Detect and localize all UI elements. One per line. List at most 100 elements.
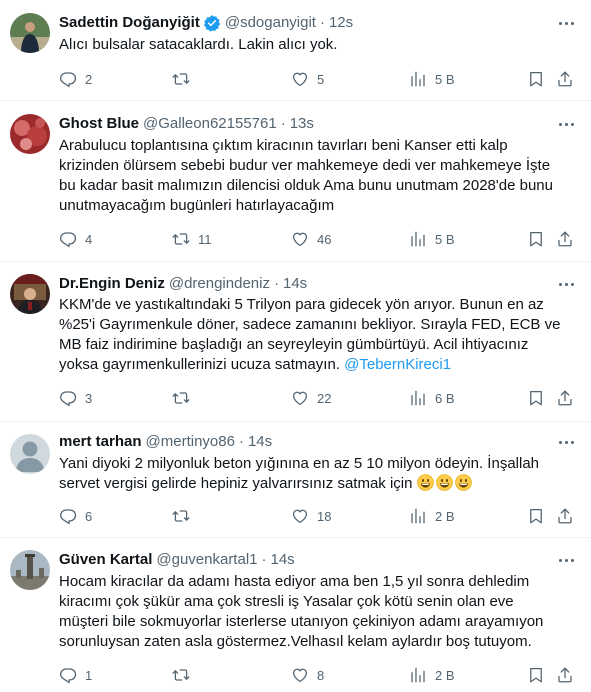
timestamp[interactable]: 14s [248,432,272,452]
more-dots-icon[interactable] [551,550,581,570]
heart-icon [291,70,309,88]
retweet-button[interactable]: 11 [172,229,212,249]
display-name[interactable]: Ghost Blue [59,114,139,134]
heart-icon [291,507,309,525]
like-button[interactable]: 46 [291,229,331,249]
bookmark-button[interactable] [527,69,545,89]
more-dots-icon[interactable] [551,274,581,294]
bookmark-button[interactable] [527,506,545,526]
tweet-text: Arabulucu toplantısına çıktım kiracının … [59,136,574,216]
timestamp[interactable]: 13s [290,114,314,134]
reply-icon [59,230,77,248]
avatar[interactable] [10,13,50,53]
mention-link[interactable]: @TebernKireci1 [344,356,451,373]
reply-button[interactable]: 3 [59,388,92,408]
tweet-2[interactable]: Ghost Blue @Galleon62155761 · 13s Arabul… [0,101,591,262]
user-handle[interactable]: @mertinyo86 [146,432,235,452]
tweet-line: servet vergisi gelirde hepiniz yalvarırs… [59,474,574,494]
tweet-1[interactable]: Sadettin Doğanyiğit @sdoganyigit · 12s A… [0,0,591,101]
bookmark-button[interactable] [527,388,545,408]
share-button[interactable] [556,229,574,249]
retweet-button[interactable] [172,69,198,89]
tweet-header: mert tarhan @mertinyo86 · 14s [59,432,272,452]
avatar[interactable] [10,434,50,474]
display-name[interactable]: Dr.Engin Deniz [59,274,165,294]
views-button[interactable]: 2 B [409,665,455,685]
bookmark-button[interactable] [527,229,545,249]
tweet-text: Yani diyoki 2 milyonluk beton yığınına e… [59,454,574,494]
reply-count: 3 [85,390,93,406]
retweet-icon [172,230,190,248]
retweet-button[interactable] [172,388,198,408]
retweet-button[interactable] [172,665,198,685]
tweet-line-text: yoksa gayrımenkullerinizi ucuza satmayın… [59,356,345,373]
more-dots-icon[interactable] [551,13,581,33]
like-count: 18 [317,508,332,524]
more-dots-icon[interactable] [551,114,581,134]
grinning-face-emoji [455,474,472,491]
share-button[interactable] [556,69,574,89]
retweet-icon [172,389,190,407]
bookmark-button[interactable] [527,665,545,685]
user-handle[interactable]: @sdoganyigit [225,13,316,33]
retweet-count: 11 [198,231,212,247]
retweet-icon [172,70,190,88]
retweet-button[interactable] [172,506,198,526]
tweet-line: Arabulucu toplantısına çıktım kiracının … [59,137,508,154]
tweet-3[interactable]: Dr.Engin Deniz @drengindeniz · 14s KKM'd… [0,262,591,422]
user-handle[interactable]: @guvenkartal1 [156,550,257,570]
views-button[interactable]: 5 B [409,69,455,89]
bookmark-icon [527,507,545,525]
like-button[interactable]: 8 [291,665,324,685]
views-button[interactable]: 2 B [409,506,455,526]
like-button[interactable]: 18 [291,506,331,526]
tweet-header: Sadettin Doğanyiğit @sdoganyigit · 12s [59,13,353,33]
timestamp[interactable]: 14s [271,550,295,570]
views-chart-icon [409,389,427,407]
share-button[interactable] [556,388,574,408]
view-count: 5 B [435,71,455,87]
tweet-5[interactable]: Güven Kartal @guvenkartal1 · 14s Hocam k… [0,538,591,692]
tweet-line: unutmayacağım bugünleri hatırlayacağım [59,197,335,214]
tweet-text: KKM'de ve yastıkaltındaki 5 Trilyon para… [59,295,574,375]
like-button[interactable]: 22 [291,388,331,408]
share-icon [556,666,574,684]
separator-dot: · [261,551,267,568]
share-icon [556,70,574,88]
more-dots-icon[interactable] [551,432,581,452]
views-button[interactable]: 6 B [409,388,455,408]
tweet-line: kiracımı çok şükür ama çok stresli iş Ya… [59,593,514,610]
reply-icon [59,70,77,88]
display-name[interactable]: Güven Kartal [59,550,152,570]
like-count: 22 [317,390,332,406]
tweet-actions: 6 18 2 B [59,506,581,526]
tweet-header: Güven Kartal @guvenkartal1 · 14s [59,550,295,570]
share-button[interactable] [556,506,574,526]
tweet-line: krizinden ölürsem sebebi budur ver mahke… [59,157,551,174]
views-chart-icon [409,666,427,684]
avatar[interactable] [10,550,50,590]
user-handle[interactable]: @Galleon62155761 [143,114,277,134]
views-chart-icon [409,70,427,88]
timestamp[interactable]: 12s [329,13,353,33]
share-icon [556,230,574,248]
share-button[interactable] [556,665,574,685]
bookmark-icon [527,230,545,248]
display-name[interactable]: Sadettin Doğanyiğit [59,13,200,33]
like-button[interactable]: 5 [291,69,324,89]
user-handle[interactable]: @drengindeniz [169,274,270,294]
avatar[interactable] [10,114,50,154]
reply-button[interactable]: 6 [59,506,92,526]
tweet-line: Hocam kiracılar da adamı hasta ediyor am… [59,573,530,590]
heart-icon [291,230,309,248]
reply-button[interactable]: 1 [59,665,92,685]
reply-button[interactable]: 4 [59,229,92,249]
display-name[interactable]: mert tarhan [59,432,142,452]
share-icon [556,389,574,407]
views-button[interactable]: 5 B [409,229,455,249]
tweet-4[interactable]: mert tarhan @mertinyo86 · 14s Yani diyok… [0,422,591,538]
reply-count: 1 [85,667,93,683]
reply-button[interactable]: 2 [59,69,92,89]
avatar[interactable] [10,274,50,314]
timestamp[interactable]: 14s [283,274,307,294]
